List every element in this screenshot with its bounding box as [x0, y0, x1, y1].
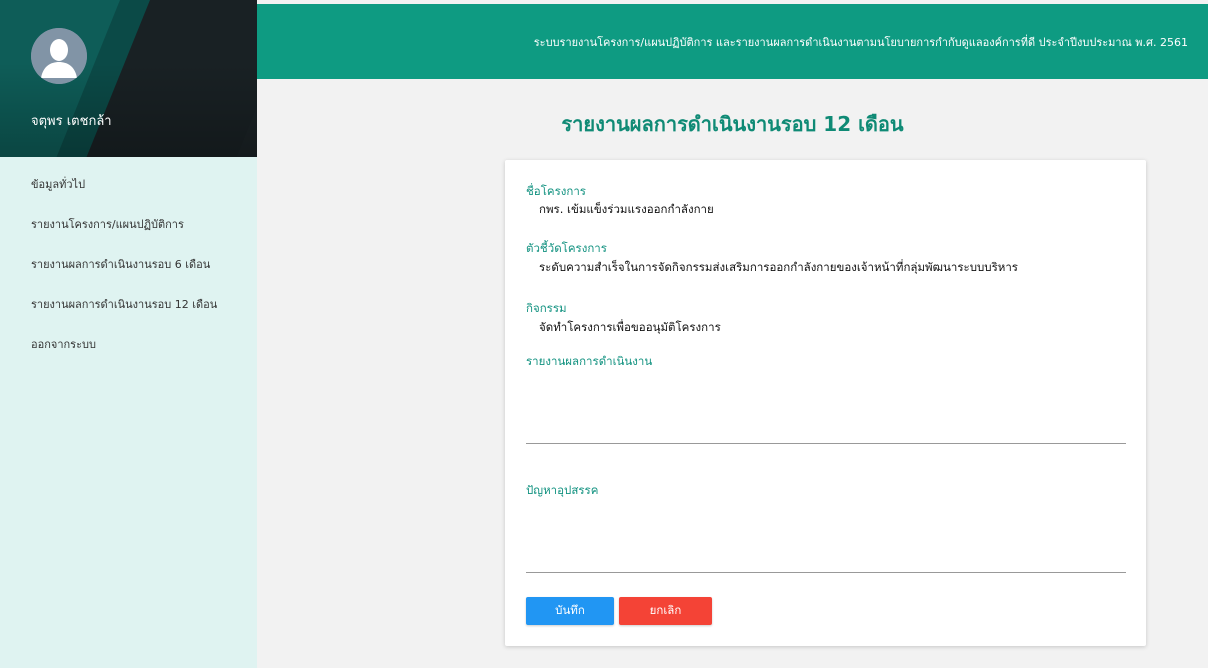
sidebar-item-6-month-report[interactable]: รายงานผลการดำเนินงานรอบ 6 เดือน	[0, 255, 257, 295]
indicator-label: ตัวชี้วัดโครงการ	[526, 241, 607, 255]
result-report-textarea[interactable]	[526, 375, 1126, 440]
sidebar-item-12-month-report[interactable]: รายงานผลการดำเนินงานรอบ 12 เดือน	[0, 295, 257, 335]
sidebar-item-logout[interactable]: ออกจากระบบ	[0, 335, 257, 375]
page-title: รายงานผลการดำเนินงานรอบ 12 เดือน	[561, 112, 904, 136]
save-button[interactable]: บันทึก	[526, 597, 614, 625]
sidebar-item-general-info[interactable]: ข้อมูลทั่วไป	[0, 175, 257, 215]
profile-background-shade	[0, 0, 257, 157]
result-report-label: รายงานผลการดำเนินงาน	[526, 354, 653, 368]
problems-underline	[526, 572, 1126, 573]
problems-label: ปัญหาอุปสรรค	[526, 483, 599, 497]
user-name: จตุพร เตชกล้า	[31, 114, 112, 129]
project-name-value: กพร. เข้มแข็งร่วมแรงออกกำลังกาย	[539, 202, 714, 216]
app-title: ระบบรายงานโครงการ/แผนปฏิบัติการ และรายงา…	[533, 35, 1188, 49]
sidebar-nav: ข้อมูลทั่วไป รายงานโครงการ/แผนปฏิบัติการ…	[0, 157, 257, 375]
activity-label: กิจกรรม	[526, 301, 567, 315]
app-header: ระบบรายงานโครงการ/แผนปฏิบัติการ และรายงา…	[257, 4, 1208, 79]
cancel-button[interactable]: ยกเลิก	[619, 597, 712, 625]
report-form-card: ชื่อโครงการ กพร. เข้มแข็งร่วมแรงออกกำลัง…	[505, 160, 1146, 646]
profile-panel: จตุพร เตชกล้า	[0, 0, 257, 157]
indicator-value: ระดับความสำเร็จในการจัดกิจกรรมส่งเสริมกา…	[539, 260, 1018, 274]
user-silhouette-icon	[31, 28, 87, 84]
activity-value: จัดทำโครงการเพื่อขออนุมัติโครงการ	[539, 320, 721, 334]
app-window: จตุพร เตชกล้า ข้อมูลทั่วไป รายงานโครงการ…	[0, 0, 1208, 668]
problems-textarea[interactable]	[526, 505, 1126, 570]
sidebar: จตุพร เตชกล้า ข้อมูลทั่วไป รายงานโครงการ…	[0, 0, 257, 668]
sidebar-item-project-report[interactable]: รายงานโครงการ/แผนปฏิบัติการ	[0, 215, 257, 255]
result-report-underline	[526, 443, 1126, 444]
avatar	[31, 28, 87, 84]
project-name-label: ชื่อโครงการ	[526, 184, 586, 198]
